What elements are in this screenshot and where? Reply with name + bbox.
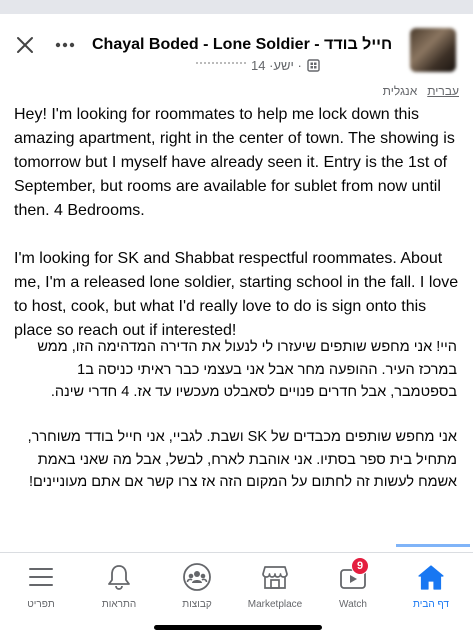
author-name-redacted xyxy=(196,61,246,70)
post-header: Chayal Boded - Lone Soldier - חייל בודד xyxy=(0,22,473,86)
close-button[interactable] xyxy=(10,30,40,60)
avatar[interactable] xyxy=(410,28,456,72)
translation-toggle: אנגלית עברית xyxy=(383,84,459,98)
nav-menu-label: תפריט xyxy=(27,599,55,610)
home-icon xyxy=(415,561,447,593)
scroll-indicator xyxy=(396,544,470,547)
close-icon xyxy=(17,37,33,53)
nav-watch-label: Watch xyxy=(339,599,367,610)
nav-home-label: דף הבית xyxy=(413,599,449,610)
post-text-hebrew: היי! אני מחפש שותפים שיעזרו לי לנעול את … xyxy=(27,339,457,490)
more-options-button[interactable] xyxy=(52,30,78,60)
more-icon xyxy=(55,42,75,48)
nav-groups[interactable]: קבוצות xyxy=(158,561,236,617)
menu-icon xyxy=(25,561,57,593)
translate-english[interactable]: אנגלית xyxy=(383,84,418,98)
nav-notifications-label: התראות xyxy=(101,599,137,610)
watch-badge: 9 xyxy=(351,557,369,575)
translate-hebrew[interactable]: עברית xyxy=(427,84,459,98)
nav-groups-label: קבוצות xyxy=(182,599,212,610)
bell-icon xyxy=(103,561,135,593)
post-date: 14 ·ישע · xyxy=(251,58,302,73)
audience-icon xyxy=(307,59,320,72)
groups-icon xyxy=(181,561,213,593)
nav-marketplace-label: Marketplace xyxy=(247,599,303,610)
home-indicator xyxy=(154,625,322,630)
nav-menu[interactable]: תפריט xyxy=(2,561,80,617)
marketplace-icon xyxy=(259,561,291,593)
nav-notifications[interactable]: התראות xyxy=(80,561,158,617)
post-text-english: Hey! I'm looking for roommates to help m… xyxy=(14,106,459,339)
status-strip xyxy=(0,0,473,14)
watch-icon: 9 xyxy=(337,557,369,593)
nav-marketplace[interactable]: Marketplace xyxy=(236,561,314,617)
post-meta: 14 ·ישע · xyxy=(196,58,320,73)
nav-home[interactable]: דף הבית xyxy=(392,561,470,617)
nav-watch[interactable]: 9 Watch xyxy=(314,557,392,617)
group-title[interactable]: Chayal Boded - Lone Soldier - חייל בודד xyxy=(92,36,392,54)
